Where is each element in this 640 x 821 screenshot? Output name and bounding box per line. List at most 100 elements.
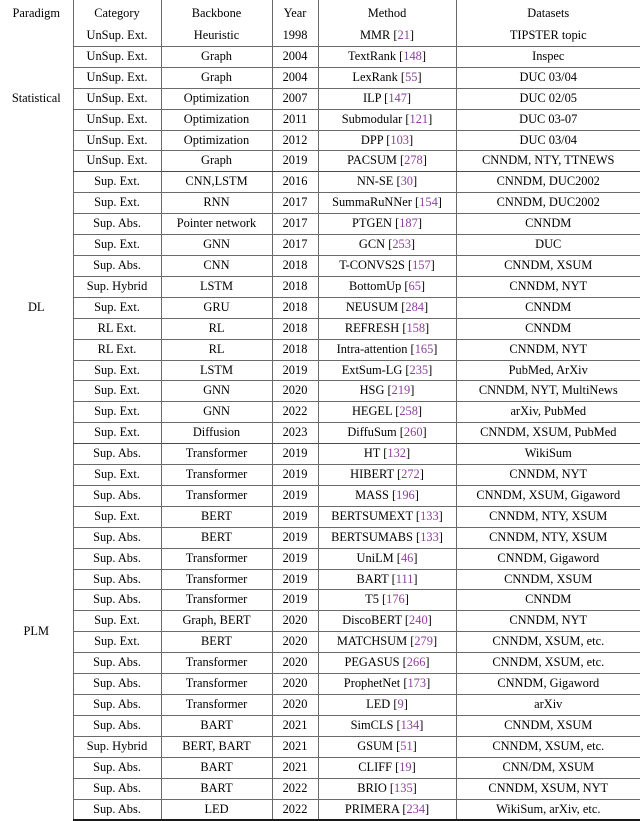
cell-category: RL Ext.	[72, 318, 161, 340]
citation-ref[interactable]: 176	[386, 592, 405, 606]
citation-ref[interactable]: 121	[410, 112, 429, 126]
citation-ref[interactable]: 55	[405, 70, 417, 84]
citation-bracket-open: [	[393, 174, 401, 189]
table-row: Sup. Abs. BART 2022 BRIO [135] CNNDM, XSUM, …	[0, 778, 640, 800]
citation-bracket-open: [	[397, 69, 406, 84]
table-row: Sup. Abs. BART 2021 SimCLS [134] CNNDM, XSUM	[0, 715, 640, 737]
citation-bracket-close: ]	[410, 237, 416, 252]
cell-datasets: arXiv, PubMed	[455, 401, 640, 424]
cell-backbone: BERT	[160, 527, 272, 549]
citation-ref[interactable]: 278	[404, 153, 423, 167]
method-name: SimCLS	[350, 717, 394, 732]
citation-ref[interactable]: 133	[420, 509, 439, 523]
cell-category: UnSup. Ext.	[72, 88, 161, 110]
citation-ref[interactable]: 272	[401, 467, 420, 481]
cell-datasets: arXiv	[455, 694, 640, 716]
citation-ref[interactable]: 148	[403, 49, 422, 63]
citation-bracket-open: [	[401, 613, 410, 628]
citation-ref[interactable]: 46	[401, 551, 413, 565]
cell-category: Sup. Abs.	[72, 652, 161, 675]
table-row: Statistical UnSup. Ext. Heuristic 1998 MMR […	[0, 26, 640, 105]
cell-datasets: CNNDM, XSUM, etc.	[455, 652, 640, 675]
citation-ref[interactable]: 135	[394, 781, 413, 795]
cell-datasets: CNNDM, NTY, XSUM	[455, 506, 640, 528]
cell-category: Sup. Abs.	[72, 485, 161, 507]
table-row: Sup. Abs. Transformer 2019 UniLM [46] CNNDM,…	[0, 548, 640, 570]
citation-ref[interactable]: 219	[392, 383, 411, 397]
citation-ref[interactable]: 235	[410, 363, 429, 377]
citation-ref[interactable]: 21	[398, 28, 410, 42]
cell-year: 2022	[271, 401, 318, 424]
citation-ref[interactable]: 158	[406, 321, 425, 335]
cell-backbone: GRU	[160, 297, 272, 319]
citation-ref[interactable]: 266	[407, 655, 426, 669]
citation-ref[interactable]: 260	[404, 425, 423, 439]
citation-ref[interactable]: 196	[396, 488, 415, 502]
method-name: TextRank	[348, 48, 397, 63]
table-row: RL Ext. RL 2018 REFRESH [158] CNNDM	[0, 318, 640, 340]
cell-year: 2019	[271, 360, 318, 382]
table-row: Sup. Ext. GNN 2022 HEGEL [258] arXiv, PubMed	[0, 401, 640, 424]
citation-bracket-close: ]	[428, 362, 433, 377]
citation-ref[interactable]: 187	[399, 216, 418, 230]
cell-backbone: Transformer	[160, 464, 272, 486]
citation-ref[interactable]: 234	[406, 802, 425, 816]
cell-year: 2021	[271, 736, 318, 758]
cell-backbone: Pointer network	[160, 213, 272, 236]
cell-category: UnSup. Ext.	[72, 150, 161, 173]
cell-category: Sup. Abs.	[72, 548, 161, 570]
cell-datasets: DUC 02/05	[455, 88, 640, 110]
cell-method: ILP [147]	[317, 88, 456, 110]
method-name: ExtSum-LG	[341, 362, 403, 377]
cell-category: Sup. Hybrid	[72, 276, 161, 298]
table-row: UnSup. Ext. Optimization 2011 Submodular [1…	[0, 109, 640, 131]
citation-ref[interactable]: 147	[388, 91, 407, 105]
cell-year: 2004	[271, 67, 318, 89]
citation-ref[interactable]: 30	[401, 174, 413, 188]
citation-ref[interactable]: 284	[405, 300, 424, 314]
citation-ref[interactable]: 279	[414, 634, 433, 648]
citation-ref[interactable]: 111	[396, 572, 414, 586]
citation-bracket-close: ]	[405, 446, 411, 461]
cell-category: Sup. Ext.	[72, 631, 161, 654]
citation-ref[interactable]: 133	[420, 530, 439, 544]
cell-category: Sup. Ext.	[72, 422, 161, 445]
method-name: CLIFF	[358, 759, 392, 774]
cell-year: 2021	[271, 715, 318, 737]
table-row: Sup. Abs. Transformer 2020 ProphetNet [173]…	[0, 673, 640, 695]
cell-method: BART [111]	[317, 569, 456, 591]
table-header: Paradigm Category Backbone Year Method D…	[0, 0, 640, 26]
citation-ref[interactable]: 51	[400, 739, 412, 753]
citation-ref[interactable]: 173	[407, 676, 426, 690]
citation-ref[interactable]: 154	[419, 195, 438, 209]
cell-backbone: Heuristic	[160, 26, 272, 47]
citation-ref[interactable]: 157	[412, 258, 431, 272]
citation-ref[interactable]: 103	[390, 133, 409, 147]
citation-ref[interactable]: 65	[409, 279, 421, 293]
cell-backbone: Graph	[160, 150, 272, 173]
citation-ref[interactable]: 165	[415, 342, 434, 356]
method-name: DiscoBERT	[342, 613, 402, 628]
cell-datasets: CNNDM, DUC2002	[455, 171, 640, 194]
method-name: DiffuSum	[347, 425, 397, 440]
citation-ref[interactable]: 240	[409, 613, 428, 627]
cell-datasets: CNNDM, NYT	[455, 339, 640, 361]
citation-ref[interactable]: 253	[392, 237, 411, 251]
cell-year: 1998	[271, 26, 318, 47]
citation-ref[interactable]: 19	[399, 760, 411, 774]
cell-backbone: Transformer	[160, 485, 272, 507]
citation-ref[interactable]: 134	[401, 718, 420, 732]
citation-bracket-close: ]	[419, 717, 424, 732]
cell-year: 2019	[271, 527, 318, 549]
cell-backbone: LSTM	[160, 276, 272, 298]
table-row: Sup. Abs. Transformer 2019 BART [111] CNNDM,…	[0, 569, 640, 591]
cell-datasets: CNNDM	[455, 213, 640, 236]
cell-backbone: RL	[160, 318, 272, 340]
cell-year: 2019	[271, 485, 318, 507]
cell-year: 2017	[271, 213, 318, 236]
cell-method: UniLM [46]	[317, 548, 456, 570]
citation-ref[interactable]: 258	[399, 404, 418, 418]
cell-datasets: CNNDM, DUC2002	[455, 192, 640, 215]
citation-ref[interactable]: 132	[387, 446, 406, 460]
cell-datasets: CNNDM, XSUM	[455, 569, 640, 591]
